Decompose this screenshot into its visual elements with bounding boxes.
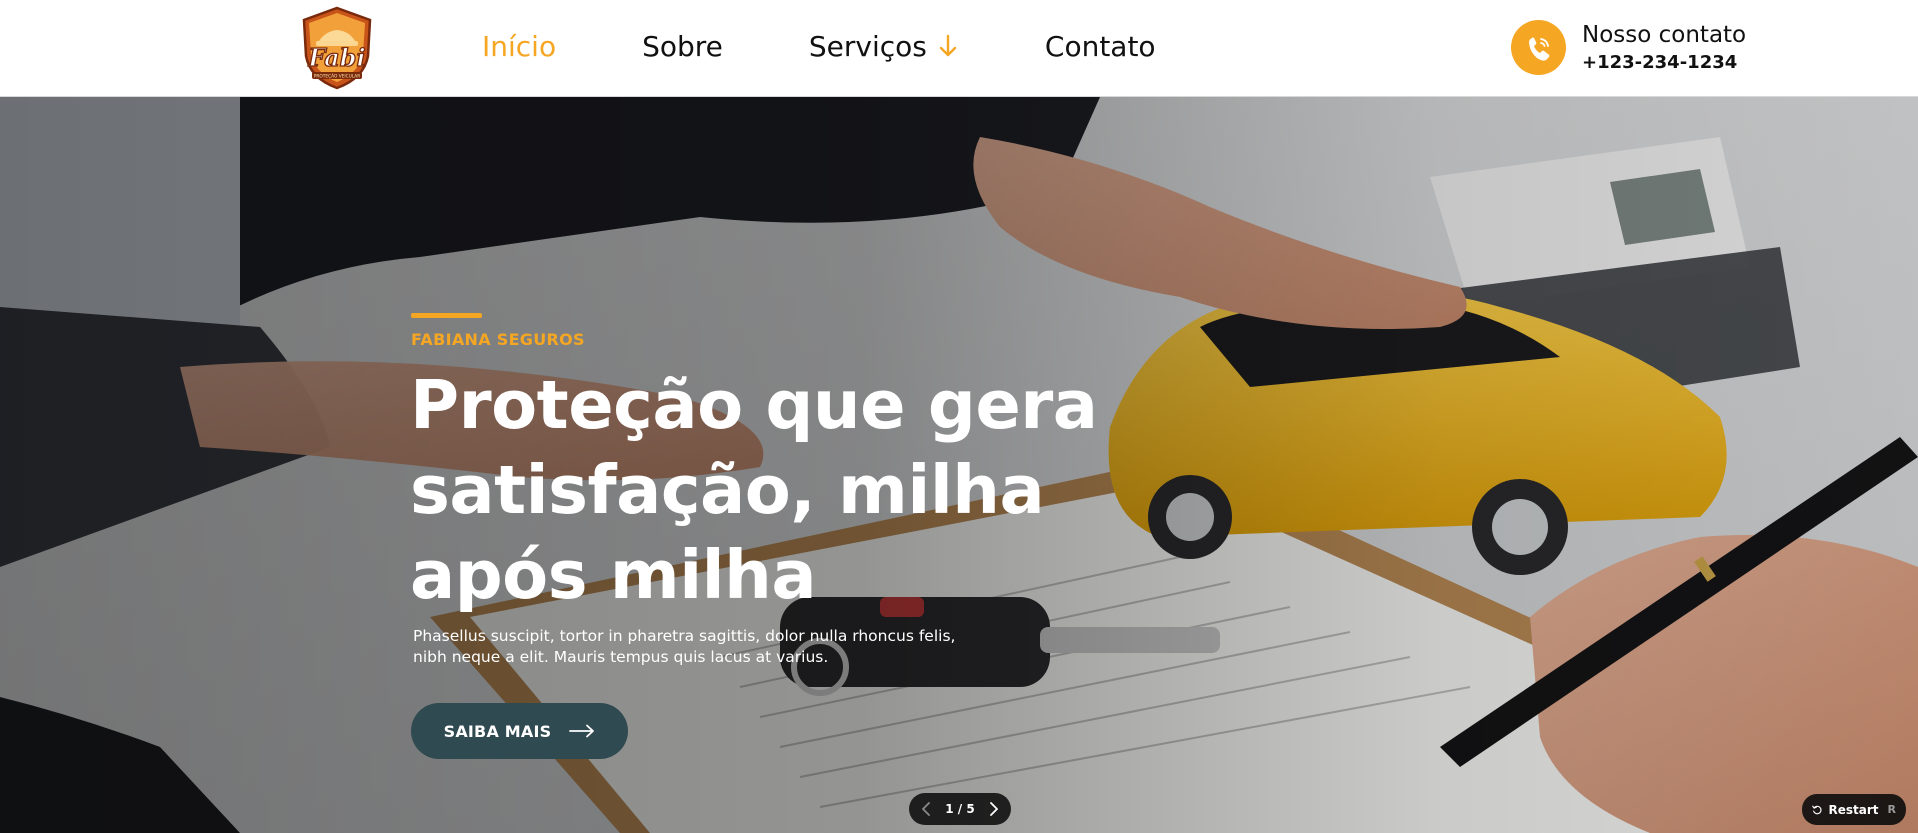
contact-text: Nosso contato +123-234-1234 (1582, 21, 1746, 75)
hero-headline: Proteção que gera satisfação, milha após… (410, 366, 1098, 614)
contact-phone[interactable]: +123-234-1234 (1582, 51, 1746, 75)
nav-item-sobre[interactable]: Sobre (642, 30, 723, 63)
nav-item-label: Início (482, 29, 557, 63)
restart-label: Restart (1828, 802, 1879, 817)
fabi-logo[interactable]: Fabi PROTEÇÃO VEICULAR (298, 6, 376, 90)
nav-item-contato[interactable]: Contato (1045, 30, 1156, 63)
hero-eyebrow: FABIANA SEGUROS (411, 330, 585, 349)
nav-item-label: Sobre (642, 29, 723, 63)
restart-icon (1812, 805, 1822, 814)
chevron-right-icon (990, 802, 998, 816)
next-slide-button[interactable] (987, 802, 1001, 816)
svg-text:PROTEÇÃO VEICULAR: PROTEÇÃO VEICULAR (314, 73, 360, 80)
nav-item-label: Serviços (808, 29, 927, 63)
contact-title: Nosso contato (1582, 21, 1747, 48)
accent-line (411, 313, 482, 318)
restart-button[interactable]: Restart R (1802, 794, 1906, 825)
cta-label: SAIBA MAIS (443, 721, 552, 741)
nav-item-servicos[interactable]: Serviços (809, 30, 959, 63)
saiba-mais-button[interactable]: SAIBA MAIS (411, 703, 628, 759)
chevron-left-icon (922, 802, 930, 816)
nav-item-label: Contato (1044, 29, 1156, 63)
prev-slide-button[interactable] (919, 802, 933, 816)
hero-description: Phasellus suscipit, tortor in pharetra s… (413, 627, 956, 666)
header-contact[interactable]: Nosso contato +123-234-1234 (1511, 20, 1746, 75)
slider-pager: 1 / 5 (909, 793, 1011, 825)
phone-icon (1511, 20, 1566, 75)
slide-counter: 1 / 5 (945, 802, 975, 816)
hero-slider: FABIANA SEGUROS Proteção que gera satisf… (0, 97, 1918, 833)
site-header: Fabi PROTEÇÃO VEICULAR Início Sobre Serv… (0, 0, 1918, 97)
nav-item-inicio[interactable]: Início (482, 30, 556, 63)
svg-text:Fabi: Fabi (307, 43, 365, 72)
arrow-down-icon (939, 34, 957, 57)
arrow-right-icon (569, 724, 595, 738)
main-nav: Início Sobre Serviços Contato (482, 0, 1242, 92)
restart-shortcut: R (1887, 803, 1896, 816)
